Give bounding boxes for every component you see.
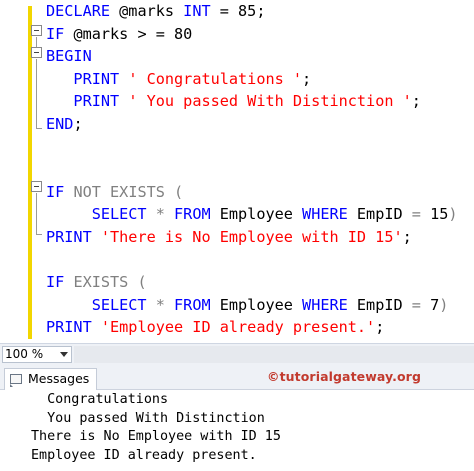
query-editor[interactable]: DECLARE @marks INT = 85; IF @marks > = 80… <box>0 0 474 343</box>
code-token: ( <box>128 273 147 292</box>
code-line: BEGIN <box>46 45 92 67</box>
code-token: ; <box>375 318 385 337</box>
editor-status-strip: 100 % <box>0 343 474 366</box>
code-token: ) <box>448 205 458 224</box>
code-token: 'There is No Employee with ID 15' <box>100 228 403 246</box>
code-token: Employee <box>210 205 303 224</box>
message-line: Employee ID already present. <box>31 447 257 463</box>
horizontal-scrollbar[interactable] <box>74 346 474 363</box>
code-token: DECLARE <box>46 2 111 20</box>
code-token: PRINT <box>46 228 92 246</box>
code-token: 'Employee ID already present.' <box>100 318 376 337</box>
code-token: IF <box>46 24 65 43</box>
code-token: PRINT <box>46 92 120 111</box>
code-line: IF EXISTS ( <box>46 271 147 293</box>
code-token: END <box>46 115 74 133</box>
outline-guide <box>36 59 37 128</box>
code-line: PRINT ' You passed With Distinction '; <box>46 90 421 112</box>
message-line: There is No Employee with ID 15 <box>31 429 281 445</box>
code-token: * <box>146 205 175 224</box>
collapse-toggle-if-not-exists[interactable] <box>31 181 42 192</box>
code-token: SELECT <box>46 295 147 314</box>
code-token: WHERE <box>302 205 348 224</box>
code-line: SELECT * FROM Employee WHERE EmpID = 15) <box>46 203 458 225</box>
code-token: PRINT <box>46 69 120 88</box>
code-token: ' Congratulations ' <box>128 69 303 88</box>
code-token: = <box>411 295 421 314</box>
watermark: ©tutorialgateway.org <box>267 369 421 384</box>
code-line: IF @marks > = 80 <box>46 23 192 45</box>
code-token: ; <box>402 228 412 246</box>
code-token: IF <box>46 273 65 292</box>
outline-guide-end <box>36 234 42 235</box>
tab-messages[interactable]: Messages <box>4 368 97 390</box>
outline-guide <box>36 193 37 234</box>
message-line: You passed With Distinction <box>31 410 273 426</box>
code-token: ( <box>164 182 184 201</box>
code-token: = <box>411 205 421 224</box>
code-token: EXISTS <box>73 273 129 292</box>
message-line: Congratulations <box>31 392 177 407</box>
code-token: FROM <box>174 295 211 314</box>
code-token: ; <box>73 115 83 133</box>
code-token: = 85; <box>210 2 266 20</box>
code-token: ; <box>411 92 421 111</box>
code-token: IF <box>46 182 65 201</box>
collapse-toggle-begin-block[interactable] <box>31 47 42 58</box>
messages-icon <box>10 374 22 387</box>
code-token: ; <box>302 69 312 88</box>
code-token: * <box>146 295 175 314</box>
code-token: @marks <box>110 2 184 20</box>
code-token: Employee <box>210 295 303 314</box>
code-token: NOT EXISTS <box>73 182 165 201</box>
code-token: BEGIN <box>46 47 92 66</box>
messages-pane[interactable]: Congratulations You passed With Distinct… <box>0 390 474 471</box>
outline-guide-end <box>36 128 42 129</box>
code-token: 15 <box>420 205 449 224</box>
code-token: FROM <box>174 205 211 224</box>
code-token: 7 <box>420 295 440 314</box>
code-token: @marks > = 80 <box>64 24 193 43</box>
code-token: EmpID <box>347 205 412 224</box>
code-line: DECLARE @marks INT = 85; <box>46 0 265 22</box>
zoom-level: 100 % <box>5 347 44 361</box>
zoom-dropdown[interactable]: 100 % <box>2 346 72 363</box>
code-token: WHERE <box>302 295 348 314</box>
code-token: ' You passed With Distinction ' <box>128 92 412 111</box>
code-line: IF NOT EXISTS ( <box>46 181 183 203</box>
code-token: PRINT <box>46 318 92 337</box>
code-token: EmpID <box>347 295 412 314</box>
code-token: SELECT <box>46 205 147 224</box>
collapse-toggle-if-block[interactable] <box>31 25 42 36</box>
code-line: SELECT * FROM Employee WHERE EmpID = 7) <box>46 294 449 316</box>
chevron-down-icon[interactable] <box>60 352 68 357</box>
code-line: PRINT ' Congratulations '; <box>46 68 311 90</box>
code-line: END; <box>46 113 83 135</box>
tab-messages-label: Messages <box>28 371 90 386</box>
code-token: INT <box>183 2 211 20</box>
code-line: PRINT 'There is No Employee with ID 15'; <box>46 226 412 248</box>
code-token: ) <box>439 295 449 314</box>
code-line: PRINT 'Employee ID already present.'; <box>46 316 384 338</box>
